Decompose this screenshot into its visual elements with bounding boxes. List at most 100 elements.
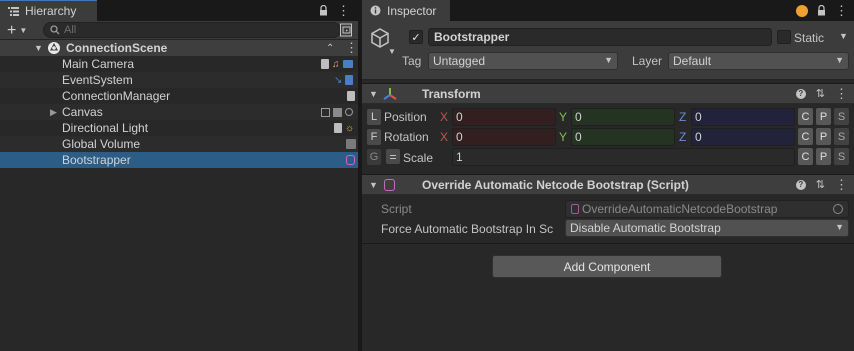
unity-scene-icon	[48, 42, 60, 54]
reset-button-label: S	[837, 130, 846, 143]
static-checkbox[interactable]	[777, 30, 791, 44]
help-icon[interactable]: ?	[795, 88, 806, 99]
script-component-header[interactable]: ▼ Override Automatic Netcode Bootstrap (…	[362, 174, 854, 195]
rotation-y-input[interactable]: 0	[571, 128, 675, 146]
script-asset-icon	[571, 204, 579, 214]
position-y-value: 0	[575, 110, 582, 124]
canvas-icon	[333, 107, 342, 117]
icon-picker-arrow-icon[interactable]: ▼	[388, 47, 396, 56]
position-local-button-label: L	[370, 111, 378, 123]
component-menu-icon[interactable]: ⋮	[835, 178, 848, 191]
component-menu-icon[interactable]: ⋮	[835, 87, 848, 100]
rotation-z-value: 0	[695, 130, 702, 144]
position-copy-button[interactable]: C	[798, 108, 813, 125]
position-label: Position	[384, 110, 427, 124]
hierarchy-item-label: EventSystem	[62, 73, 133, 87]
scene-more-icon[interactable]: ⋮	[345, 40, 358, 56]
scene-row[interactable]: ▼ ConnectionScene ⌃ ⋮	[0, 40, 358, 56]
static-dropdown-arrow-icon[interactable]: ▼	[839, 31, 848, 41]
scene-visibility-icon[interactable]	[340, 23, 353, 37]
position-reset-button[interactable]: S	[834, 108, 849, 125]
scale-input[interactable]: 1	[452, 148, 795, 166]
hierarchy-item-directional-light[interactable]: Directional Light ☼	[0, 120, 358, 136]
rotation-reset-button[interactable]: S	[834, 128, 849, 145]
tab-hierarchy[interactable]: Hierarchy	[0, 0, 97, 21]
scale-reset-button[interactable]: S	[834, 148, 849, 165]
chevron-down-icon: ▼	[19, 26, 28, 35]
tab-inspector-label: Inspector	[387, 3, 437, 18]
more-menu-icon[interactable]: ⋮	[337, 4, 350, 17]
object-picker-icon[interactable]	[833, 204, 843, 214]
create-button[interactable]: + ▼	[7, 21, 27, 40]
active-checkbox[interactable]: ✓	[409, 30, 423, 44]
constrain-proportions-icon[interactable]: =	[386, 149, 400, 164]
position-z-value: 0	[695, 110, 702, 124]
scale-global-button[interactable]: G	[367, 149, 381, 165]
foldout-arrow-icon[interactable]: ▼	[369, 89, 378, 99]
hierarchy-item-canvas[interactable]: ▶ Canvas	[0, 104, 358, 120]
scale-copy-button[interactable]: C	[798, 148, 813, 165]
netcode-script-icon	[346, 155, 355, 165]
tab-inspector[interactable]: Inspector	[362, 0, 450, 21]
tag-value: Untagged	[433, 54, 486, 68]
gameobject-header: ▼ ✓ Bootstrapper Static ▼ Tag Untagged ▼…	[362, 21, 854, 80]
hierarchy-search-input[interactable]: All	[43, 22, 341, 38]
position-z-input[interactable]: 0	[691, 108, 795, 126]
rotation-paste-button[interactable]: P	[816, 128, 831, 145]
script-component-title: Override Automatic Netcode Bootstrap (Sc…	[422, 177, 689, 192]
lock-icon[interactable]	[319, 5, 328, 16]
script-icon	[321, 59, 329, 69]
rotation-free-button[interactable]: F	[367, 129, 381, 145]
position-local-button[interactable]: L	[367, 109, 381, 125]
object-name-value: Bootstrapper	[434, 30, 510, 44]
object-name-input[interactable]: Bootstrapper	[428, 28, 772, 46]
transform-title: Transform	[422, 86, 481, 101]
hierarchy-item-global-volume[interactable]: Global Volume	[0, 136, 358, 152]
static-label: Static	[794, 31, 825, 45]
reset-button-label: S	[837, 150, 846, 163]
search-placeholder: All	[64, 24, 77, 36]
audio-listener-icon: ♫	[332, 58, 340, 70]
expand-arrow-icon[interactable]: ▶	[50, 107, 57, 118]
force-bootstrap-value: Disable Automatic Bootstrap	[570, 221, 721, 235]
position-y-input[interactable]: 0	[571, 108, 675, 126]
rotation-z-input[interactable]: 0	[691, 128, 795, 146]
hierarchy-item-eventsystem[interactable]: EventSystem ↘	[0, 72, 358, 88]
rotation-copy-button[interactable]: C	[798, 128, 813, 145]
position-paste-button[interactable]: P	[816, 108, 831, 125]
force-bootstrap-dropdown[interactable]: Disable Automatic Bootstrap ▼	[565, 219, 849, 237]
lock-icon[interactable]	[817, 5, 826, 16]
hierarchy-item-main-camera[interactable]: Main Camera ♫	[0, 56, 358, 72]
expand-arrow-icon[interactable]: ▼	[34, 43, 43, 53]
more-menu-icon[interactable]: ⋮	[835, 4, 848, 17]
tag-dropdown[interactable]: Untagged ▼	[428, 52, 618, 70]
presets-icon[interactable]: ⇅	[816, 87, 825, 100]
rotation-x-input[interactable]: 0	[452, 128, 556, 146]
position-x-input[interactable]: 0	[452, 108, 556, 126]
chevron-down-icon: ▼	[604, 55, 613, 65]
rotation-free-button-label: F	[370, 131, 378, 143]
netcode-script-icon	[384, 179, 395, 191]
transform-header[interactable]: ▼ Transform ? ⇅ ⋮	[362, 83, 854, 104]
chevron-down-icon: ▼	[835, 222, 844, 232]
scale-paste-button[interactable]: P	[816, 148, 831, 165]
scale-label: Scale	[403, 151, 434, 165]
presets-icon[interactable]: ⇅	[816, 178, 825, 191]
script-label: Script	[381, 202, 412, 216]
tag-label: Tag	[402, 54, 422, 68]
gameobject-cube-icon	[371, 28, 389, 48]
script-field[interactable]: OverrideAutomaticNetcodeBootstrap	[565, 200, 849, 218]
foldout-arrow-icon[interactable]: ▼	[369, 180, 378, 190]
layer-dropdown[interactable]: Default ▼	[668, 52, 849, 70]
add-component-button[interactable]: Add Component	[492, 255, 722, 278]
chevron-up-icon[interactable]: ⌃	[326, 43, 334, 54]
hierarchy-item-bootstrapper[interactable]: Bootstrapper	[0, 152, 358, 168]
paste-button-label: P	[819, 130, 828, 143]
help-icon[interactable]: ?	[795, 179, 806, 190]
position-z-label: Z	[679, 110, 687, 124]
hierarchy-item-connectionmanager[interactable]: ConnectionManager	[0, 88, 358, 104]
plus-icon: +	[7, 21, 17, 39]
tab-hierarchy-label: Hierarchy	[25, 4, 77, 18]
debug-mode-icon[interactable]	[796, 4, 808, 17]
info-icon	[370, 5, 381, 16]
